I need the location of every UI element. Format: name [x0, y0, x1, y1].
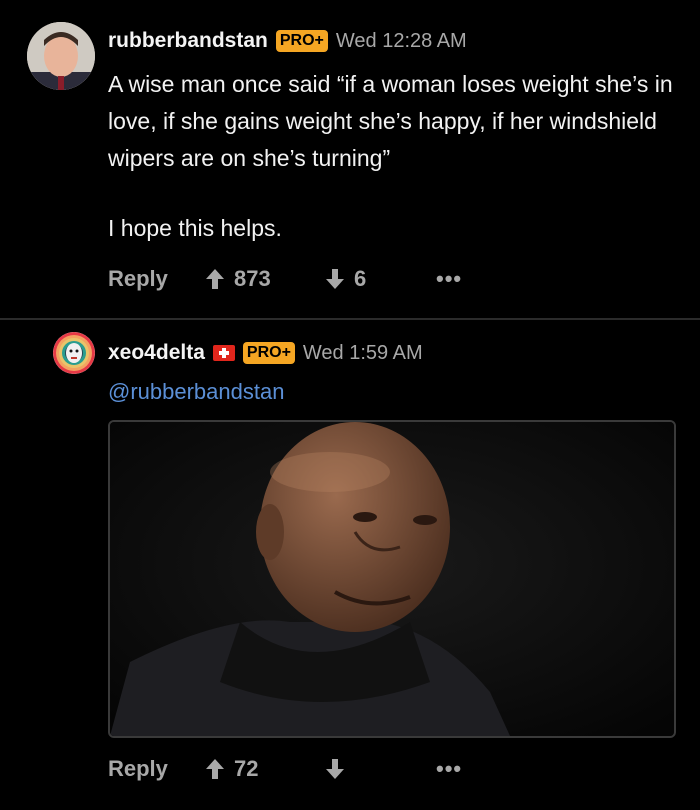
pro-badge: PRO+ [242, 342, 295, 364]
comment-1: rubberbandstan PRO+ Wed 12:28 AM A wise … [0, 0, 700, 318]
more-options-icon[interactable]: ••• [436, 266, 462, 292]
comment-header: xeo4delta PRO+ Wed 1:59 AM [108, 341, 423, 365]
upvote-count: 72 [234, 756, 259, 781]
upvote-arrow-icon [206, 759, 224, 779]
username[interactable]: rubberbandstan [108, 29, 268, 53]
upvote-count: 873 [234, 266, 271, 291]
divider [0, 318, 700, 320]
timestamp: Wed 1:59 AM [302, 341, 423, 364]
mention-link[interactable]: @rubberbandstan [108, 379, 284, 405]
downvote-arrow-icon [326, 759, 344, 779]
downvote-arrow-icon [326, 269, 344, 289]
pro-badge: PRO+ [275, 30, 328, 52]
comment-actions: Reply 873 6 ••• [108, 259, 508, 299]
avatar-xeo4delta[interactable] [53, 332, 95, 374]
avatar-rubberbandstan[interactable] [27, 22, 95, 90]
upvote-button[interactable]: 72 [206, 756, 326, 782]
downvote-count: 6 [354, 266, 367, 291]
comment-text: A wise man once said “if a woman loses w… [108, 71, 673, 171]
embedded-image[interactable] [108, 420, 676, 738]
upvote-button[interactable]: 873 [206, 266, 326, 292]
comment-actions: Reply 72 ••• [108, 749, 508, 789]
username[interactable]: xeo4delta [108, 341, 205, 365]
swiss-flag-icon [212, 345, 235, 361]
comment-header: rubberbandstan PRO+ Wed 12:28 AM [108, 29, 467, 53]
more-options-icon[interactable]: ••• [436, 756, 462, 782]
reply-button[interactable]: Reply [108, 266, 206, 292]
upvote-arrow-icon [206, 269, 224, 289]
reply-button[interactable]: Reply [108, 756, 206, 782]
downvote-button[interactable] [326, 759, 436, 779]
downvote-button[interactable]: 6 [326, 266, 436, 292]
timestamp: Wed 12:28 AM [335, 29, 467, 52]
comment-text-closing: I hope this helps. [108, 215, 282, 241]
comment-2: xeo4delta PRO+ Wed 1:59 AM @rubberbandst… [0, 322, 700, 810]
